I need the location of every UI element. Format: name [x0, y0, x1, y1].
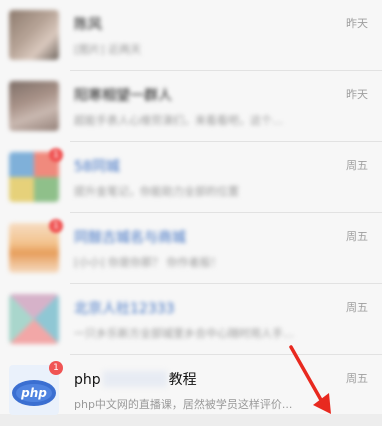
chat-list: 陈风 [图片] 近两天 昨天 阳寒相望一群人 超能手表人心维劳演们，来看看吧，这… — [0, 0, 382, 415]
chat-name: 阳寒相望一群人 — [74, 88, 172, 104]
avatar[interactable] — [9, 81, 59, 131]
avatar[interactable]: 1 — [9, 148, 63, 202]
chat-preview: 超能手表人心维劳演们，来看看吧，这个… — [74, 114, 283, 127]
unread-badge: 1 — [49, 219, 63, 233]
chat-preview: 提升金笔记，你能助力全部的位置 — [74, 185, 239, 198]
avatar[interactable] — [9, 294, 59, 344]
chat-name: 北京人社12333 — [74, 301, 175, 317]
chat-preview: php中文网的直播课，居然被学员这样评价... — [74, 398, 293, 411]
avatar-image — [9, 81, 59, 131]
chat-time: 昨天 — [346, 88, 368, 101]
chat-time: 周五 — [346, 159, 368, 172]
avatar-image — [9, 294, 59, 344]
chat-item[interactable]: 阳寒相望一群人 超能手表人心维劳演们，来看看吧，这个… 昨天 — [0, 71, 382, 142]
red-arrow-icon — [289, 345, 331, 414]
chat-preview: [图片] 近两天 — [74, 43, 142, 56]
chat-name-suffix: 教程 — [168, 372, 197, 388]
avatar-image — [9, 10, 59, 60]
avatar[interactable] — [9, 10, 59, 60]
chat-time: 昨天 — [346, 17, 368, 30]
chat-item[interactable]: 陈风 [图片] 近两天 昨天 — [0, 0, 382, 71]
name-redaction — [102, 371, 167, 387]
chat-time: 周五 — [346, 301, 368, 314]
chat-name: 58同城 — [74, 159, 120, 175]
avatar[interactable]: php 1 — [9, 361, 63, 415]
avatar[interactable]: 1 — [9, 219, 63, 273]
chat-time: 周五 — [346, 230, 368, 243]
unread-badge: 1 — [49, 148, 63, 162]
chat-name: 陈风 — [74, 17, 102, 33]
chat-preview: [小小] 你是你那？ 你作者般！ — [74, 256, 222, 269]
chat-name: php 教程 — [74, 369, 197, 389]
php-logo-label: php — [20, 386, 47, 400]
unread-badge: 1 — [49, 361, 63, 375]
chat-preview: 一只乡乐新方全部城里乡合中心随时用人手… — [74, 327, 294, 340]
chat-name: 同鼓古城名与商城 — [74, 230, 186, 246]
chat-time: 周五 — [346, 372, 368, 385]
chat-item[interactable]: 1 58同城 提升金笔记，你能助力全部的位置 周五 — [0, 142, 382, 213]
chat-name-prefix: php — [74, 372, 101, 388]
chat-item[interactable]: 1 同鼓古城名与商城 [小小] 你是你那？ 你作者般！ 周五 — [0, 213, 382, 284]
